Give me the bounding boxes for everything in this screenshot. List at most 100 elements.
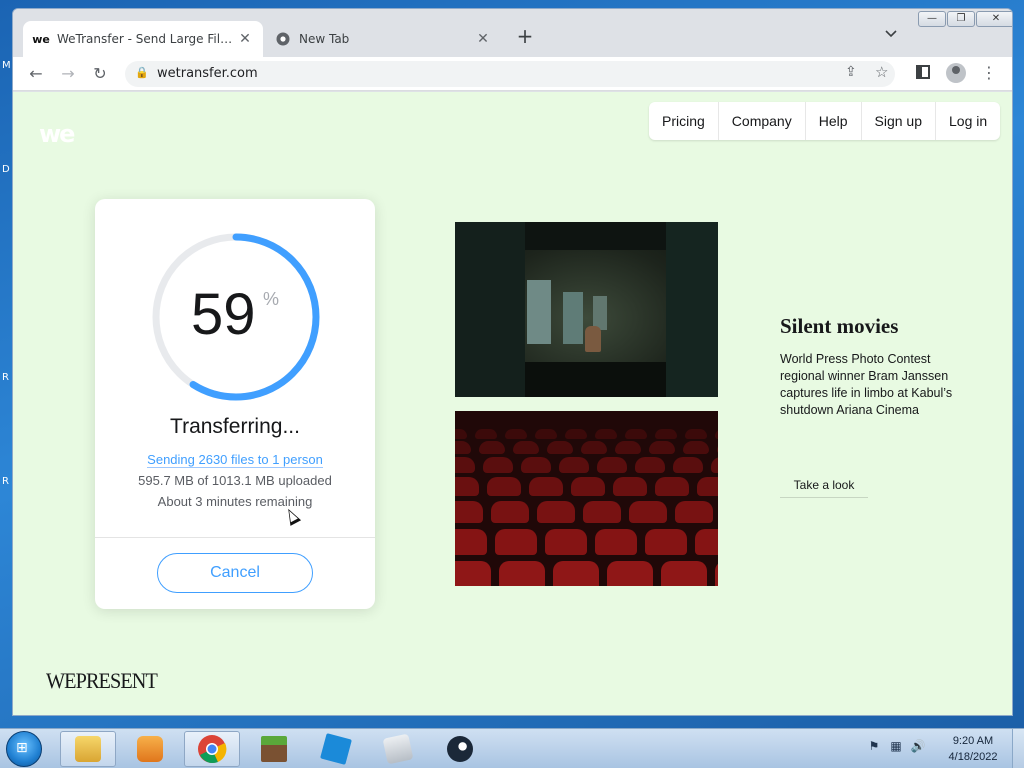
progress-percent-sign: %	[263, 289, 280, 309]
blank-app-icon[interactable]	[370, 731, 426, 767]
network-icon[interactable]: ▦	[888, 739, 904, 755]
steam-icon[interactable]	[432, 731, 488, 767]
seat-shape	[629, 501, 667, 523]
minecraft-icon[interactable]	[246, 731, 302, 767]
clock-time: 9:20 AM	[952, 735, 994, 747]
wetransfer-logo[interactable]: we	[39, 120, 75, 148]
seat-shape	[495, 529, 537, 555]
seat-shape	[625, 429, 647, 439]
desktop-icon-fragment[interactable]: R	[2, 372, 9, 383]
seat-shape	[595, 529, 637, 555]
browser-toolbar: ← → ↻ 🔒 wetransfer.com ⇪ ☆ ⋮	[13, 57, 1012, 91]
close-tab-icon[interactable]: ✕	[237, 31, 253, 47]
close-tab-icon[interactable]: ✕	[475, 31, 491, 47]
tab-search-chevron-down-icon[interactable]	[885, 27, 897, 41]
lock-icon[interactable]: 🔒	[135, 66, 149, 79]
browser-window: we WeTransfer - Send Large Files & Share…	[12, 8, 1013, 716]
close-window-icon[interactable]: ✕	[976, 11, 1012, 27]
tab-title: New Tab	[299, 32, 350, 46]
back-arrow-icon[interactable]: ←	[25, 63, 47, 85]
media-player-icon[interactable]	[122, 731, 178, 767]
seat-shape	[661, 561, 707, 586]
tab-strip: we WeTransfer - Send Large Files & Share…	[13, 9, 1012, 57]
seat-shape	[645, 529, 687, 555]
wetransfer-page: we Pricing Company Help Sign up Log in 5…	[13, 92, 1012, 715]
story-title: Silent movies	[780, 314, 899, 338]
seat-shape	[499, 561, 545, 586]
seat-shape	[597, 457, 627, 473]
desktop-icon-fragment[interactable]: M	[2, 60, 11, 71]
clock[interactable]: 9:20 AM 4/18/2022	[938, 733, 1008, 765]
profile-avatar-icon[interactable]	[946, 63, 966, 83]
wepresent-logo[interactable]: WEPRESENT	[46, 668, 158, 694]
take-a-look-button[interactable]: Take a look	[780, 472, 868, 498]
start-button[interactable]: ⊞	[6, 731, 42, 767]
seat-shape	[695, 529, 718, 555]
volume-icon[interactable]: 🔊	[910, 739, 926, 755]
seat-shape	[615, 441, 641, 454]
desktop-icon-fragment[interactable]: R	[2, 476, 9, 487]
show-desktop-button[interactable]	[1012, 729, 1024, 768]
seat-shape	[613, 477, 647, 496]
seat-shape	[583, 501, 621, 523]
progress-percent: 59	[191, 282, 256, 347]
seat-shape	[595, 429, 617, 439]
seat-shape	[649, 441, 675, 454]
url-text[interactable]: wetransfer.com	[157, 66, 258, 81]
seat-shape	[547, 441, 573, 454]
tab-title: WeTransfer - Send Large Files & Share Ph…	[57, 32, 237, 46]
seat-shape	[717, 441, 718, 454]
seat-shape	[571, 477, 605, 496]
seat-shape	[697, 477, 718, 496]
seat-shape	[513, 441, 539, 454]
seat-shape	[491, 501, 529, 523]
seat-shape	[455, 561, 491, 586]
upload-progress-text: 595.7 MB of 1013.1 MB uploaded	[138, 473, 332, 488]
desktop-icon-fragment[interactable]: D	[2, 164, 10, 175]
seat-shape	[529, 477, 563, 496]
nav-log-in[interactable]: Log in	[936, 102, 1000, 140]
seat-shape	[685, 429, 707, 439]
reload-icon[interactable]: ↻	[89, 63, 111, 85]
sending-summary-link[interactable]: Sending 2630 files to 1 person	[147, 452, 323, 468]
menu-kebab-icon[interactable]: ⋮	[981, 63, 997, 82]
seat-shape	[553, 561, 599, 586]
side-panel-icon[interactable]	[916, 65, 930, 79]
seat-shape	[455, 529, 487, 555]
tab-wetransfer[interactable]: we WeTransfer - Send Large Files & Share…	[23, 21, 263, 57]
seat-shape	[673, 457, 703, 473]
action-center-flag-icon[interactable]: ⚑	[866, 739, 882, 755]
seat-shape	[455, 501, 483, 523]
nav-help[interactable]: Help	[806, 102, 862, 140]
tab-new-tab[interactable]: New Tab ✕	[265, 21, 501, 57]
nav-pricing[interactable]: Pricing	[649, 102, 719, 140]
seat-shape	[715, 561, 718, 586]
share-icon[interactable]: ⇪	[845, 64, 857, 80]
seat-shape	[487, 477, 521, 496]
address-bar[interactable]: 🔒 wetransfer.com ⇪ ☆	[125, 61, 895, 87]
sending-summary[interactable]: Sending 2630 files to 1 person	[95, 452, 375, 468]
explorer-icon[interactable]	[60, 731, 116, 767]
seat-shape	[565, 429, 587, 439]
chrome-icon[interactable]	[184, 731, 240, 767]
nav-company[interactable]: Company	[719, 102, 806, 140]
forward-arrow-icon[interactable]: →	[57, 63, 79, 85]
story-body: World Press Photo Contest regional winne…	[780, 352, 953, 417]
clock-date: 4/18/2022	[948, 751, 998, 763]
seat-shape	[455, 477, 479, 496]
roblox-icon[interactable]	[308, 731, 364, 767]
seat-shape	[455, 441, 471, 454]
minimize-icon[interactable]: —	[918, 11, 946, 27]
bookmark-star-icon[interactable]: ☆	[875, 63, 888, 81]
cancel-button[interactable]: Cancel	[157, 553, 313, 593]
seat-shape	[607, 561, 653, 586]
cinema-seats-photo[interactable]	[455, 411, 718, 586]
new-tab-icon[interactable]: +	[513, 25, 537, 49]
cinema-projection-room-photo[interactable]	[455, 222, 718, 397]
seat-shape	[683, 441, 709, 454]
wetransfer-favicon-icon: we	[32, 32, 50, 46]
nav-sign-up[interactable]: Sign up	[862, 102, 936, 140]
restore-icon[interactable]: ❐	[947, 11, 975, 27]
seat-shape	[655, 477, 689, 496]
seat-shape	[455, 429, 467, 439]
